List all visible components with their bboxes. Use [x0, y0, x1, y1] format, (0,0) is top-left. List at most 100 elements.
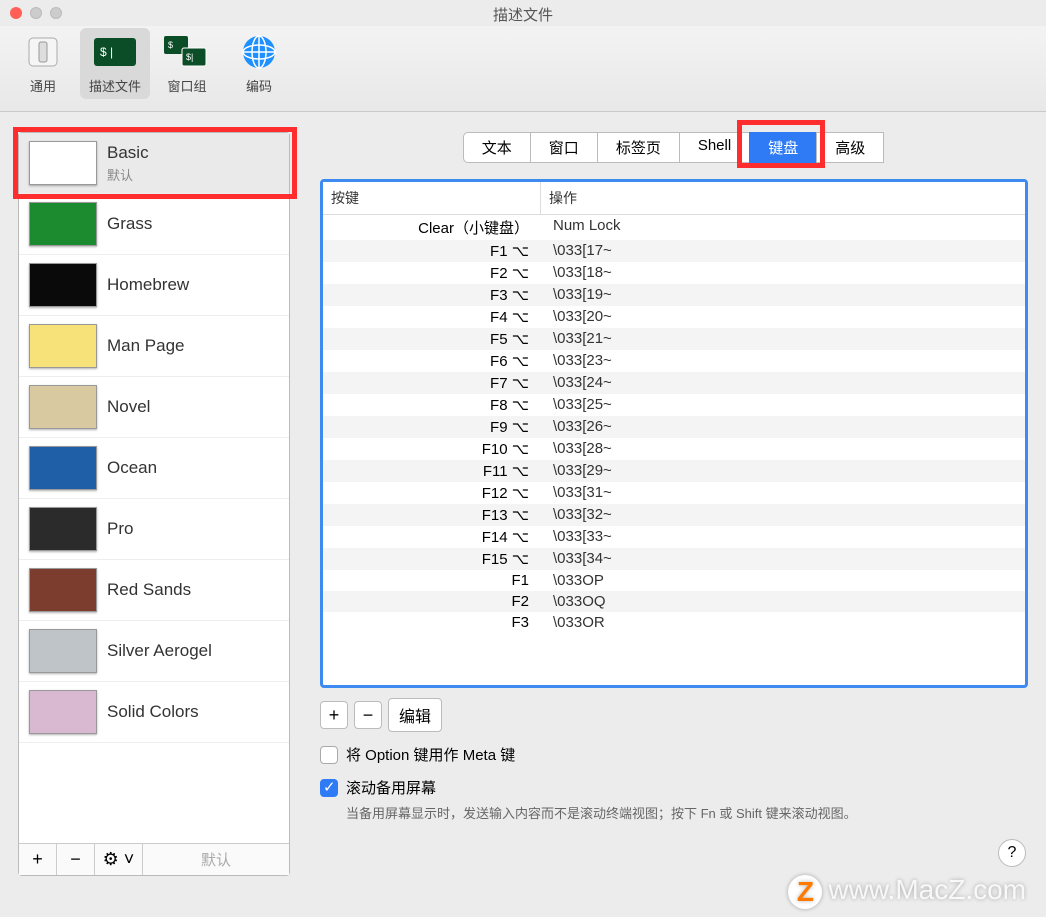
- checkbox-icon: [320, 779, 338, 797]
- cell-key: F4 ⌥: [323, 306, 541, 328]
- table-row[interactable]: F1\033OP: [323, 570, 1025, 591]
- tab-文本[interactable]: 文本: [463, 132, 531, 163]
- table-row[interactable]: F9 ⌥\033[26~: [323, 416, 1025, 438]
- profile-thumbnail: [29, 202, 97, 246]
- cell-action: \033[24~: [541, 372, 1025, 394]
- add-profile-button[interactable]: +: [19, 844, 57, 875]
- add-keybinding-button[interactable]: +: [320, 701, 348, 729]
- table-row[interactable]: F8 ⌥\033[25~: [323, 394, 1025, 416]
- tab-键盘[interactable]: 键盘: [749, 132, 817, 163]
- table-row[interactable]: F15 ⌥\033[34~: [323, 548, 1025, 570]
- cell-key: F5 ⌥: [323, 328, 541, 350]
- checkbox-label: 滚动备用屏幕: [346, 777, 436, 798]
- profile-thumbnail: [29, 629, 97, 673]
- globe-icon: [234, 32, 284, 72]
- table-row[interactable]: F11 ⌥\033[29~: [323, 460, 1025, 482]
- table-row[interactable]: F7 ⌥\033[24~: [323, 372, 1025, 394]
- checkbox-label: 将 Option 键用作 Meta 键: [346, 744, 515, 765]
- table-row[interactable]: F3 ⌥\033[19~: [323, 284, 1025, 306]
- titlebar: 描述文件: [0, 0, 1046, 26]
- cell-action: Num Lock: [541, 215, 1025, 240]
- help-button[interactable]: ?: [998, 839, 1026, 867]
- zoom-button[interactable]: [50, 7, 62, 19]
- profile-name: Ocean: [107, 458, 157, 478]
- switch-icon: [18, 32, 68, 72]
- profile-item-man-page[interactable]: Man Page: [19, 316, 289, 377]
- scroll-hint-text: 当备用屏幕显示时，发送输入内容而不是滚动终端视图；按下 Fn 或 Shift 键…: [346, 804, 906, 824]
- table-row[interactable]: F6 ⌥\033[23~: [323, 350, 1025, 372]
- scroll-alt-checkbox[interactable]: 滚动备用屏幕: [320, 777, 1028, 798]
- toolbar-profiles[interactable]: $ | 描述文件: [80, 28, 150, 99]
- toolbar-general[interactable]: 通用: [8, 28, 78, 99]
- cell-key: F13 ⌥: [323, 504, 541, 526]
- minimize-button[interactable]: [30, 7, 42, 19]
- table-row[interactable]: F3\033OR: [323, 612, 1025, 633]
- cell-action: \033OQ: [541, 591, 1025, 612]
- cell-action: \033[18~: [541, 262, 1025, 284]
- tab-标签页[interactable]: 标签页: [597, 132, 680, 163]
- cell-action: \033[20~: [541, 306, 1025, 328]
- profile-thumbnail: [29, 324, 97, 368]
- table-row[interactable]: F1 ⌥\033[17~: [323, 240, 1025, 262]
- svg-text:$|: $|: [186, 52, 193, 62]
- remove-keybinding-button[interactable]: −: [354, 701, 382, 729]
- table-row[interactable]: F4 ⌥\033[20~: [323, 306, 1025, 328]
- close-button[interactable]: [10, 7, 22, 19]
- table-row[interactable]: F12 ⌥\033[31~: [323, 482, 1025, 504]
- profile-item-basic[interactable]: Basic 默认: [19, 133, 289, 194]
- profile-item-homebrew[interactable]: Homebrew: [19, 255, 289, 316]
- profile-thumbnail: [29, 507, 97, 551]
- profile-item-silver-aerogel[interactable]: Silver Aerogel: [19, 621, 289, 682]
- cell-key: F2 ⌥: [323, 262, 541, 284]
- tab-窗口[interactable]: 窗口: [530, 132, 598, 163]
- cell-key: F15 ⌥: [323, 548, 541, 570]
- tab-Shell[interactable]: Shell: [679, 132, 750, 163]
- profile-thumbnail: [29, 568, 97, 612]
- table-row[interactable]: F13 ⌥\033[32~: [323, 504, 1025, 526]
- table-row[interactable]: F2 ⌥\033[18~: [323, 262, 1025, 284]
- remove-profile-button[interactable]: −: [57, 844, 95, 875]
- cell-key: F9 ⌥: [323, 416, 541, 438]
- watermark: Zwww.MacZ.com: [788, 874, 1026, 909]
- profile-item-red-sands[interactable]: Red Sands: [19, 560, 289, 621]
- profile-name: Grass: [107, 214, 152, 234]
- profiles-sidebar: Basic 默认 Grass Homebrew Man Page Novel O…: [18, 132, 290, 876]
- cell-action: \033[23~: [541, 350, 1025, 372]
- profile-name: Red Sands: [107, 580, 191, 600]
- col-action[interactable]: 操作: [541, 182, 1025, 214]
- cell-key: Clear（小键盘）: [323, 215, 541, 240]
- profile-tabs: 文本窗口标签页Shell键盘高级: [320, 132, 1028, 163]
- profile-item-grass[interactable]: Grass: [19, 194, 289, 255]
- toolbar-encoding[interactable]: 编码: [224, 28, 294, 99]
- cell-key: F3 ⌥: [323, 284, 541, 306]
- profile-item-novel[interactable]: Novel: [19, 377, 289, 438]
- profile-name: Basic: [107, 143, 149, 163]
- cell-action: \033[21~: [541, 328, 1025, 350]
- set-default-button[interactable]: 默认: [143, 844, 289, 875]
- tab-高级[interactable]: 高级: [816, 132, 884, 163]
- cell-key: F3: [323, 612, 541, 633]
- table-row[interactable]: F2\033OQ: [323, 591, 1025, 612]
- edit-keybinding-button[interactable]: 编辑: [388, 698, 442, 732]
- cell-action: \033[26~: [541, 416, 1025, 438]
- cell-key: F2: [323, 591, 541, 612]
- toolbar-windowgroups[interactable]: $$| 窗口组: [152, 28, 222, 99]
- profile-item-solid-colors[interactable]: Solid Colors: [19, 682, 289, 743]
- cell-action: \033[34~: [541, 548, 1025, 570]
- table-row[interactable]: F14 ⌥\033[33~: [323, 526, 1025, 548]
- profile-thumbnail: [29, 263, 97, 307]
- profile-item-ocean[interactable]: Ocean: [19, 438, 289, 499]
- table-row[interactable]: F5 ⌥\033[21~: [323, 328, 1025, 350]
- cell-action: \033[25~: [541, 394, 1025, 416]
- profile-item-pro[interactable]: Pro: [19, 499, 289, 560]
- cell-key: F1: [323, 570, 541, 591]
- profile-actions-menu[interactable]: ⚙︎ ˅: [95, 844, 143, 875]
- profile-name: Pro: [107, 519, 133, 539]
- table-row[interactable]: F10 ⌥\033[28~: [323, 438, 1025, 460]
- option-as-meta-checkbox[interactable]: 将 Option 键用作 Meta 键: [320, 744, 1028, 765]
- col-key[interactable]: 按键: [323, 182, 541, 214]
- table-row[interactable]: Clear（小键盘）Num Lock: [323, 215, 1025, 240]
- cell-key: F10 ⌥: [323, 438, 541, 460]
- cell-key: F8 ⌥: [323, 394, 541, 416]
- cell-key: F7 ⌥: [323, 372, 541, 394]
